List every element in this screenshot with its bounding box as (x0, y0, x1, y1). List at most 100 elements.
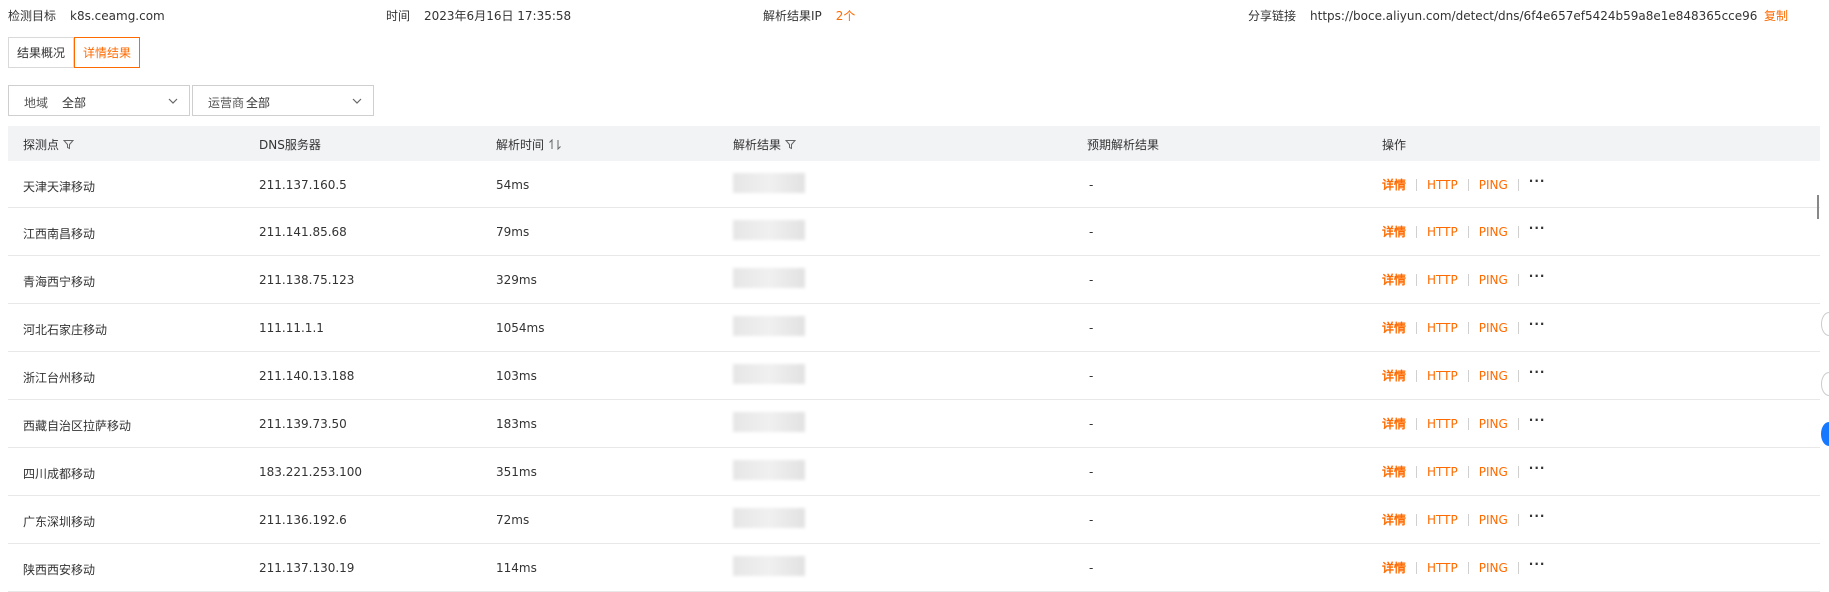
divider (1467, 465, 1469, 478)
time-value: 2023年6月16日 17:35:58 (424, 9, 572, 23)
ping-link[interactable]: PING (1479, 513, 1508, 527)
divider (1517, 178, 1519, 191)
header-time: 解析时间 (496, 136, 562, 153)
more-icon[interactable]: ··· (1529, 461, 1546, 475)
detail-link[interactable]: 详情 (1382, 463, 1406, 480)
table-row: 浙江台州移动 211.140.13.188 103ms - 详情 HTTP PING ··· (8, 352, 1820, 400)
probe-cell: 江西南昌移动 (23, 227, 96, 241)
http-link[interactable]: HTTP (1427, 369, 1458, 383)
ping-link[interactable]: PING (1479, 465, 1508, 479)
dns-cell: 211.140.13.188 (259, 369, 355, 383)
row-actions: 详情 HTTP PING ··· (1382, 174, 1546, 193)
detail-link[interactable]: 详情 (1382, 176, 1406, 193)
http-link[interactable]: HTTP (1427, 513, 1458, 527)
more-icon[interactable]: ··· (1529, 557, 1546, 571)
filter-icon[interactable] (785, 139, 797, 150)
detail-link[interactable]: 详情 (1382, 271, 1406, 288)
time-label: 时间 (386, 9, 411, 23)
detail-link[interactable]: 详情 (1382, 559, 1406, 576)
time-cell: 103ms (496, 369, 537, 383)
http-link[interactable]: HTTP (1427, 417, 1458, 431)
row-actions: 详情 HTTP PING ··· (1382, 365, 1546, 384)
http-link[interactable]: HTTP (1427, 561, 1458, 575)
vertical-scrollbar[interactable] (1817, 195, 1819, 219)
divider (1517, 465, 1519, 478)
time-cell: 329ms (496, 273, 537, 287)
filter-bar: 地域 全部 运营商 全部 (8, 85, 376, 116)
ping-link[interactable]: PING (1479, 321, 1508, 335)
detail-link[interactable]: 详情 (1382, 223, 1406, 240)
detail-link[interactable]: 详情 (1382, 367, 1406, 384)
time-cell: 1054ms (496, 321, 545, 335)
ping-link[interactable]: PING (1479, 178, 1508, 192)
side-float-button[interactable] (1821, 422, 1829, 446)
more-icon[interactable]: ··· (1529, 413, 1546, 427)
result-cell-redacted (733, 220, 805, 240)
more-icon[interactable]: ··· (1529, 174, 1546, 188)
http-link[interactable]: HTTP (1427, 465, 1458, 479)
more-icon[interactable]: ··· (1529, 365, 1546, 379)
target-label: 检测目标 (8, 9, 57, 23)
result-cell-redacted (733, 508, 805, 528)
result-cell-redacted (733, 364, 805, 384)
side-float-button[interactable] (1821, 312, 1829, 336)
divider (1467, 321, 1469, 334)
more-icon[interactable]: ··· (1529, 317, 1546, 331)
http-link[interactable]: HTTP (1427, 321, 1458, 335)
region-value: 全部 (62, 96, 87, 110)
side-float-button[interactable] (1821, 372, 1829, 396)
more-icon[interactable]: ··· (1529, 509, 1546, 523)
share-url[interactable]: https://boce.aliyun.com/detect/dns/6f4e6… (1310, 9, 1757, 23)
ping-link[interactable]: PING (1479, 225, 1508, 239)
time-cell: 183ms (496, 417, 537, 431)
detail-link[interactable]: 详情 (1382, 511, 1406, 528)
table-row: 广东深圳移动 211.136.192.6 72ms - 详情 HTTP PING ··· (8, 496, 1820, 544)
http-link[interactable]: HTTP (1427, 178, 1458, 192)
table-row: 天津天津移动 211.137.160.5 54ms - 详情 HTTP PING ··· (8, 161, 1820, 208)
header-probe-label: 探测点 (23, 138, 60, 152)
http-link[interactable]: HTTP (1427, 273, 1458, 287)
probe-cell: 广东深圳移动 (23, 515, 96, 529)
sort-icon[interactable] (548, 139, 562, 150)
tab-details[interactable]: 详情结果 (74, 37, 141, 68)
more-icon[interactable]: ··· (1529, 269, 1546, 283)
time-cell: 79ms (496, 225, 530, 239)
target-value: k8s.ceamg.com (70, 9, 165, 23)
divider (1416, 513, 1418, 526)
ping-link[interactable]: PING (1479, 561, 1508, 575)
ip-count: 2个 (835, 9, 856, 23)
share-info: 分享链接 https://boce.aliyun.com/detect/dns/6… (1248, 7, 1757, 24)
divider (1416, 225, 1418, 238)
divider (1517, 321, 1519, 334)
dns-cell: 211.137.160.5 (259, 178, 347, 192)
region-select[interactable]: 地域 全部 (8, 85, 190, 116)
row-actions: 详情 HTTP PING ··· (1382, 509, 1546, 528)
result-cell-redacted (733, 268, 805, 288)
divider (1467, 225, 1469, 238)
divider (1416, 321, 1418, 334)
ping-link[interactable]: PING (1479, 273, 1508, 287)
target-info: 检测目标 k8s.ceamg.com (8, 7, 165, 24)
isp-value: 全部 (246, 96, 271, 110)
ip-info: 解析结果IP 2个 (763, 7, 855, 24)
time-cell: 54ms (496, 178, 530, 192)
probe-cell: 浙江台州移动 (23, 371, 96, 385)
row-actions: 详情 HTTP PING ··· (1382, 413, 1546, 432)
region-label: 地域 (24, 96, 49, 110)
more-icon[interactable]: ··· (1529, 221, 1546, 235)
dns-cell: 183.221.253.100 (259, 465, 363, 479)
tab-overview[interactable]: 结果概况 (8, 37, 75, 68)
ping-link[interactable]: PING (1479, 417, 1508, 431)
detail-link[interactable]: 详情 (1382, 415, 1406, 432)
row-actions: 详情 HTTP PING ··· (1382, 221, 1546, 240)
detail-link[interactable]: 详情 (1382, 319, 1406, 336)
ping-link[interactable]: PING (1479, 369, 1508, 383)
http-link[interactable]: HTTP (1427, 225, 1458, 239)
copy-button[interactable]: 复制 (1764, 7, 1788, 24)
divider (1467, 513, 1469, 526)
filter-icon[interactable] (63, 139, 75, 150)
expected-cell: - (1089, 273, 1094, 287)
result-cell-redacted (733, 460, 805, 480)
result-cell-redacted (733, 556, 805, 576)
isp-select[interactable]: 运营商 全部 (192, 85, 374, 116)
